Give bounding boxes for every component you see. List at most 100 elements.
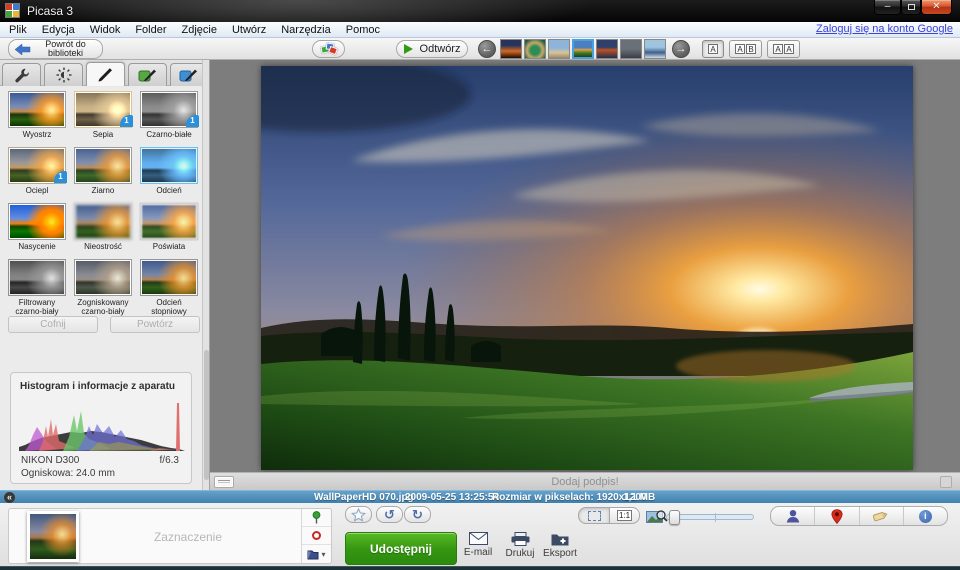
menu-plik[interactable]: Plik: [9, 24, 27, 36]
effect-ziarno[interactable]: Ziarno: [72, 147, 134, 195]
status-bar: « WallPaperHD 070.jpg 2009-05-25 13:25:5…: [0, 490, 960, 503]
view-compare-ab-button[interactable]: AB: [729, 40, 762, 58]
rotate-cw-button[interactable]: ↻: [404, 506, 431, 523]
play-button-label: Odtwórz: [420, 43, 461, 55]
tags-button[interactable]: [860, 507, 904, 525]
hold-selection-button[interactable]: [302, 509, 331, 527]
camera-model: NIKON D300: [21, 455, 79, 466]
filmstrip-thumb-3[interactable]: [548, 39, 570, 59]
print-button[interactable]: Drukuj: [498, 532, 542, 559]
google-signin-link[interactable]: Zaloguj się na konto Google: [816, 23, 953, 35]
effect-wyostrz[interactable]: Wyostrz: [6, 91, 68, 139]
tab-effects-green[interactable]: [128, 63, 167, 86]
brush-icon: [97, 67, 114, 83]
zoom-fit-button[interactable]: [578, 507, 610, 524]
menu-bar: Plik Edycja Widok Folder Zdjęcie Utwórz …: [0, 22, 960, 38]
effect-thumb: [74, 203, 132, 240]
person-icon: [786, 509, 800, 523]
rotate-ccw-button[interactable]: ↺: [376, 506, 403, 523]
tray-buttons: ▾: [301, 509, 331, 563]
zoom-slider-handle[interactable]: [669, 510, 680, 525]
collage-button[interactable]: [312, 40, 345, 58]
menu-widok[interactable]: Widok: [90, 24, 121, 36]
people-button[interactable]: [771, 507, 815, 525]
green-brush-icon: [138, 67, 158, 83]
fit-icon: [588, 511, 601, 521]
view-single-button[interactable]: A: [702, 40, 724, 58]
export-button[interactable]: Eksport: [538, 532, 582, 559]
tab-tuning[interactable]: [44, 63, 83, 86]
filmstrip-thumb-4-selected[interactable]: [572, 39, 594, 59]
tab-effects[interactable]: [86, 62, 125, 86]
effect-nasycenie[interactable]: Nasycenie: [6, 203, 68, 251]
play-slideshow-button[interactable]: Odtwórz: [396, 40, 468, 58]
add-to-album-button[interactable]: ▾: [302, 545, 331, 563]
selection-label: Zaznaczenie: [89, 530, 287, 544]
collage-icon: [321, 43, 337, 55]
close-button[interactable]: ✕: [921, 0, 952, 15]
filmstrip-thumb-7[interactable]: [644, 39, 666, 59]
zoom-actual-size-button[interactable]: 1:1: [609, 507, 640, 524]
undo-button[interactable]: Cofnij: [8, 316, 98, 333]
zoom-slider-track[interactable]: [666, 514, 754, 520]
view-compare-aa-button[interactable]: AA: [767, 40, 800, 58]
menu-narzedzia[interactable]: Narzędzia: [281, 24, 331, 36]
view-letter: B: [746, 44, 756, 54]
selection-tray: Zaznaczenie ▾: [8, 508, 332, 564]
clear-selection-button[interactable]: [302, 527, 331, 545]
effect-thumb: [140, 203, 198, 240]
aperture-value: f/6.3: [160, 455, 179, 466]
menu-zdjecie[interactable]: Zdjęcie: [182, 24, 217, 36]
places-button[interactable]: [815, 507, 859, 525]
menu-utworz[interactable]: Utwórz: [232, 24, 266, 36]
effect-sepia[interactable]: 1 Sepia: [72, 91, 134, 139]
window-bottom-edge: [0, 566, 960, 570]
back-to-library-button[interactable]: Powrót do biblioteki: [8, 39, 103, 59]
redo-button[interactable]: Powtórz: [110, 316, 200, 333]
email-label: E-mail: [456, 547, 500, 558]
star-button[interactable]: [345, 506, 372, 523]
filmstrip-thumb-5[interactable]: [596, 39, 618, 59]
filmstrip-prev-button[interactable]: ←: [478, 40, 496, 58]
status-filesize: 1,1 MB: [623, 492, 655, 503]
filmstrip-thumb-2[interactable]: [524, 39, 546, 59]
collapse-tray-button[interactable]: «: [4, 492, 15, 503]
effect-czarno-biale[interactable]: 1 Czarno-białe: [138, 91, 200, 139]
maximize-button[interactable]: [901, 0, 921, 15]
share-button[interactable]: Udostępnij: [345, 532, 457, 565]
zoom-photo-icon: [646, 510, 668, 525]
properties-button[interactable]: i: [904, 507, 947, 525]
effect-poswiata[interactable]: Poświata: [138, 203, 200, 251]
tag-icon: [873, 510, 889, 522]
status-filename: WallPaperHD 070.jpg: [314, 492, 414, 503]
effect-odcien[interactable]: Odcień: [138, 147, 200, 195]
email-icon: [469, 532, 488, 545]
effect-nieostrosc[interactable]: Nieostrość: [72, 203, 134, 251]
caption-bar: Dodaj podpis!: [210, 472, 960, 490]
caption-expand-button[interactable]: [940, 476, 952, 488]
tab-basic-fixes[interactable]: [2, 63, 41, 86]
effect-zogniskowany-cb[interactable]: Zogniskowany czarno-biały: [72, 259, 134, 316]
panel-scrollbar[interactable]: [202, 60, 209, 490]
printer-icon: [511, 532, 530, 546]
effect-filtrowany-cb[interactable]: Filtrowany czarno-biały: [6, 259, 68, 316]
one-to-one-icon: 1:1: [617, 510, 632, 521]
menu-folder[interactable]: Folder: [135, 24, 166, 36]
filmstrip-thumb-6[interactable]: [620, 39, 642, 59]
menu-edycja[interactable]: Edycja: [42, 24, 75, 36]
caption-placeholder[interactable]: Dodaj podpis!: [210, 476, 960, 488]
picasa-window: Picasa 3 – ✕ Plik Edycja Widok Folder Zd…: [0, 0, 960, 570]
minimize-button[interactable]: –: [874, 0, 901, 15]
effect-odcien-stopniowy[interactable]: Odcień stopniowy: [138, 259, 200, 316]
effect-label: Wyostrz: [6, 130, 68, 139]
filmstrip-thumb-1[interactable]: [500, 39, 522, 59]
effect-thumb: [140, 259, 198, 296]
selected-photo-thumb[interactable]: [27, 511, 79, 562]
email-button[interactable]: E-mail: [456, 532, 500, 558]
effect-ociepl[interactable]: 1 Ociepl: [6, 147, 68, 195]
effect-label: Ziarno: [72, 186, 134, 195]
histogram-panel: Histogram i informacje z aparatu NIKON D…: [10, 372, 192, 484]
filmstrip-next-button[interactable]: →: [672, 40, 690, 58]
picasa-logo-icon: [5, 3, 20, 18]
menu-pomoc[interactable]: Pomoc: [346, 24, 380, 36]
